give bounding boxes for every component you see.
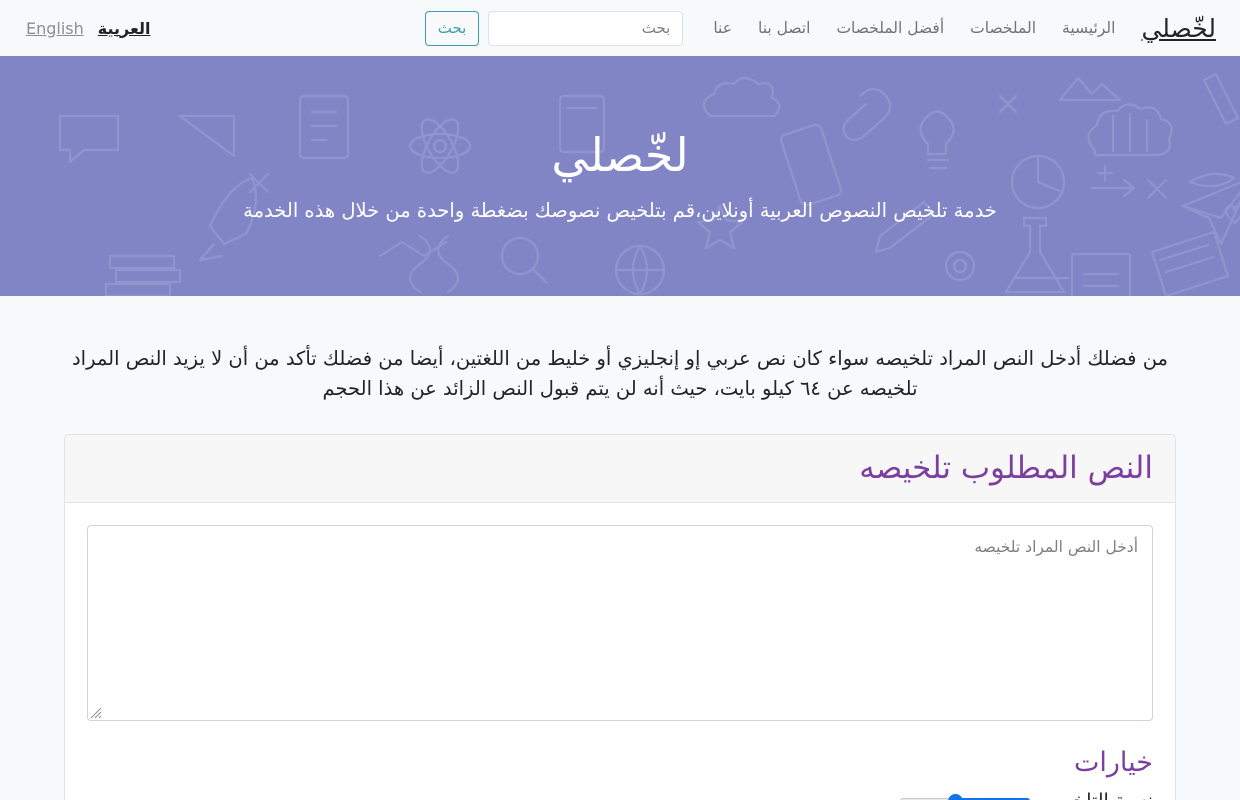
search-input[interactable] <box>488 10 684 46</box>
nav-link-summaries[interactable]: الملخصات <box>970 19 1036 37</box>
search-button[interactable]: بحث <box>424 10 480 46</box>
top-navbar: لخّصلي الرئيسية الملخصات أفضل الملخصات ا… <box>0 0 1240 56</box>
main-content: من فضلك أدخل النص المراد تلخيصه سواء كان… <box>0 296 1240 800</box>
option-row-summary-ratio: نسبة التلخيص <box>87 790 1153 800</box>
textarea-wrapper <box>87 525 1153 722</box>
source-text-input[interactable] <box>87 525 1153 722</box>
card-header-title: النص المطلوب تلخيصه <box>859 450 1153 487</box>
options-title: خيارات <box>1073 747 1153 779</box>
card-body: خيارات نسبة التلخيص <box>65 503 1175 800</box>
search-form: بحث <box>424 10 684 46</box>
language-switcher: العربية English <box>20 19 151 38</box>
summary-ratio-slider[interactable] <box>900 793 1031 800</box>
hero-title: لخّصلي <box>551 128 689 183</box>
summary-ratio-label: نسبة التلخيص <box>1044 790 1153 800</box>
intro-paragraph: من فضلك أدخل النص المراد تلخيصه سواء كان… <box>72 347 1168 401</box>
primary-nav: الرئيسية الملخصات أفضل الملخصات اتصل بنا… <box>713 19 1115 37</box>
language-option-arabic[interactable]: العربية <box>98 19 151 38</box>
nav-link-contact[interactable]: اتصل بنا <box>758 19 810 37</box>
hero-banner: لخّصلي خدمة تلخيص النصوص العربية أونلاين… <box>0 56 1240 296</box>
nav-link-about[interactable]: عنا <box>713 19 732 37</box>
hero-subtitle: خدمة تلخيص النصوص العربية أونلاين،قم بتل… <box>243 198 997 222</box>
slider-thumb[interactable] <box>947 793 963 800</box>
card-header: النص المطلوب تلخيصه <box>65 435 1175 504</box>
language-option-english[interactable]: English <box>26 19 84 38</box>
summarize-card: النص المطلوب تلخيصه خيارات نسبة التلخيص <box>64 434 1176 800</box>
nav-link-home[interactable]: الرئيسية <box>1062 19 1115 37</box>
brand-logo[interactable]: لخّصلي <box>1141 14 1216 43</box>
nav-link-best-summaries[interactable]: أفضل الملخصات <box>836 19 944 37</box>
